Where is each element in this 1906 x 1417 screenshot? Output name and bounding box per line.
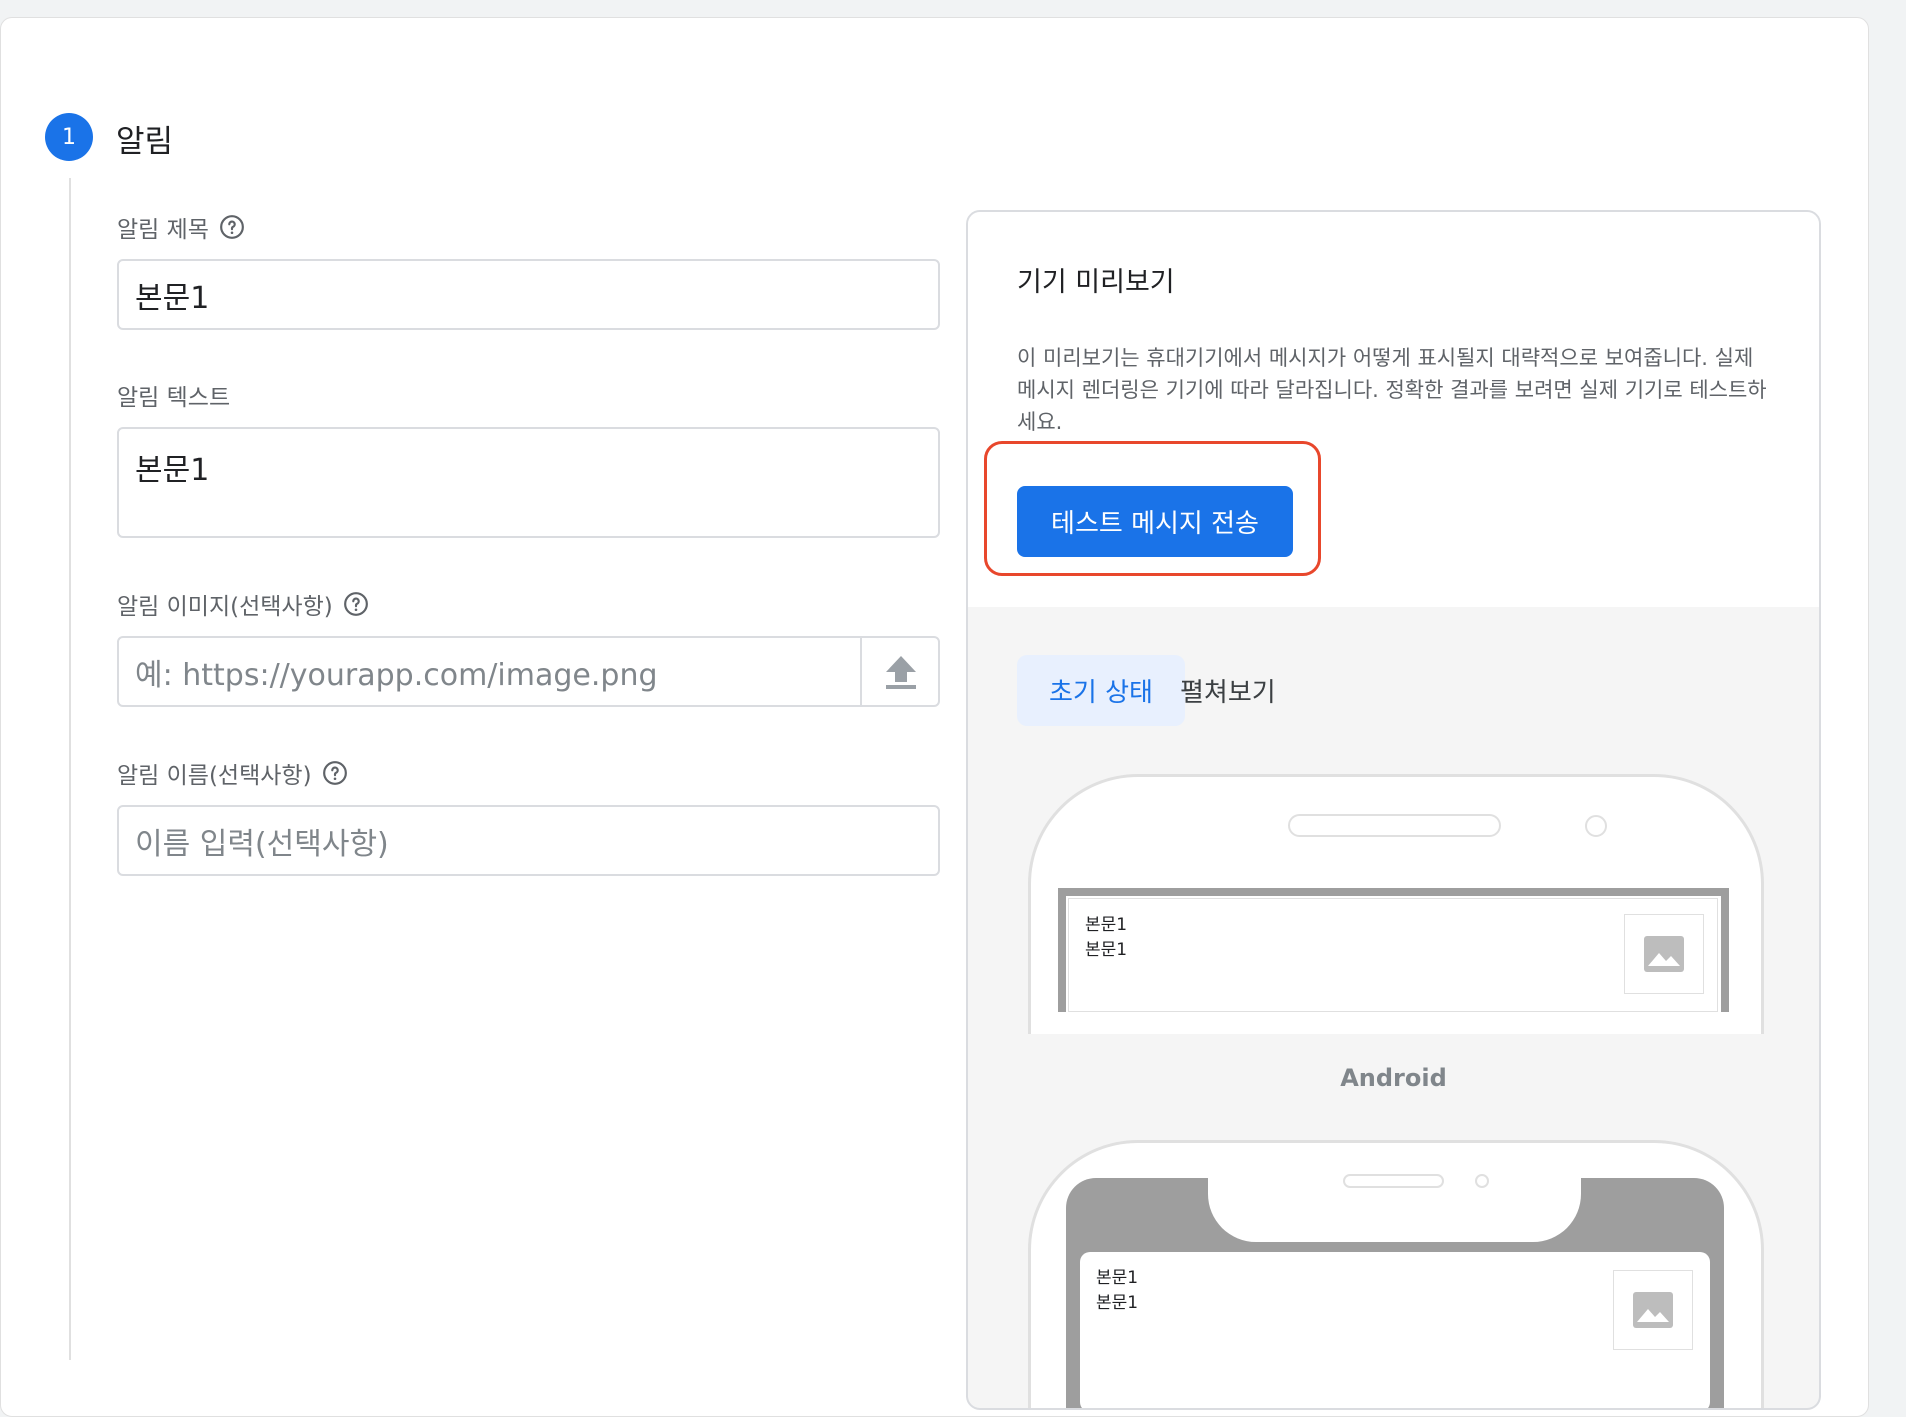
android-notification: 본문1 본문1 bbox=[1068, 898, 1718, 1012]
ios-notification: 본문1 본문1 bbox=[1080, 1252, 1710, 1408]
phone-speaker bbox=[1343, 1174, 1444, 1188]
device-preview-panel: 기기 미리보기 이 미리보기는 휴대기기에서 메시지가 어떻게 표시될지 대략적… bbox=[966, 210, 1821, 1410]
phone-speaker bbox=[1288, 814, 1501, 837]
step-connector-line bbox=[69, 178, 71, 1360]
device-preview-title: 기기 미리보기 bbox=[1017, 267, 1175, 298]
ios-notification-body: 본문1 bbox=[1096, 1293, 1139, 1313]
notification-name-label-text: 알림 이름(선택사항) bbox=[117, 763, 312, 789]
ios-notification-title: 본문1 bbox=[1096, 1268, 1139, 1288]
platform-label: Android bbox=[1340, 1064, 1447, 1092]
device-preview-description: 이 미리보기는 휴대기기에서 메시지가 어떻게 표시될지 대략적으로 보여줍니다… bbox=[1017, 346, 1767, 434]
notification-image-thumbnail bbox=[1624, 914, 1704, 994]
notification-title-input[interactable]: 본문1 bbox=[117, 259, 940, 330]
notification-image-label-text: 알림 이미지(선택사항) bbox=[117, 594, 333, 620]
android-notification-body: 본문1 bbox=[1085, 940, 1128, 960]
notification-text-input[interactable]: 본문1 bbox=[117, 427, 940, 538]
image-placeholder-icon bbox=[1644, 936, 1684, 972]
step-number-badge: 1 bbox=[45, 113, 93, 161]
phone-camera bbox=[1475, 1174, 1489, 1188]
notification-name-label: 알림 이름(선택사항) bbox=[117, 756, 348, 790]
notification-image-label: 알림 이미지(선택사항) bbox=[117, 587, 369, 621]
phone-camera bbox=[1585, 815, 1607, 837]
notification-title-label: 알림 제목 bbox=[117, 210, 245, 244]
tab-expanded-view[interactable]: 펼쳐보기 bbox=[1148, 655, 1308, 726]
notification-image-thumbnail bbox=[1613, 1270, 1693, 1350]
notification-image-url-input[interactable]: 예: https://yourapp.com/image.png bbox=[117, 636, 940, 707]
image-placeholder-icon bbox=[1633, 1292, 1673, 1328]
upload-icon bbox=[886, 655, 916, 689]
notification-text-label: 알림 텍스트 bbox=[117, 378, 230, 412]
step-title: 알림 bbox=[116, 124, 174, 160]
notification-text-label-text: 알림 텍스트 bbox=[117, 385, 231, 411]
android-notification-title: 본문1 bbox=[1085, 915, 1128, 935]
notification-name-input[interactable]: 이름 입력(선택사항) bbox=[117, 805, 940, 876]
send-test-message-button[interactable]: 테스트 메시지 전송 bbox=[1017, 486, 1293, 557]
upload-image-button[interactable] bbox=[860, 636, 940, 707]
notification-title-label-text: 알림 제목 bbox=[117, 217, 209, 243]
help-icon[interactable] bbox=[219, 214, 245, 240]
help-icon[interactable] bbox=[343, 591, 369, 617]
help-icon[interactable] bbox=[322, 760, 348, 786]
